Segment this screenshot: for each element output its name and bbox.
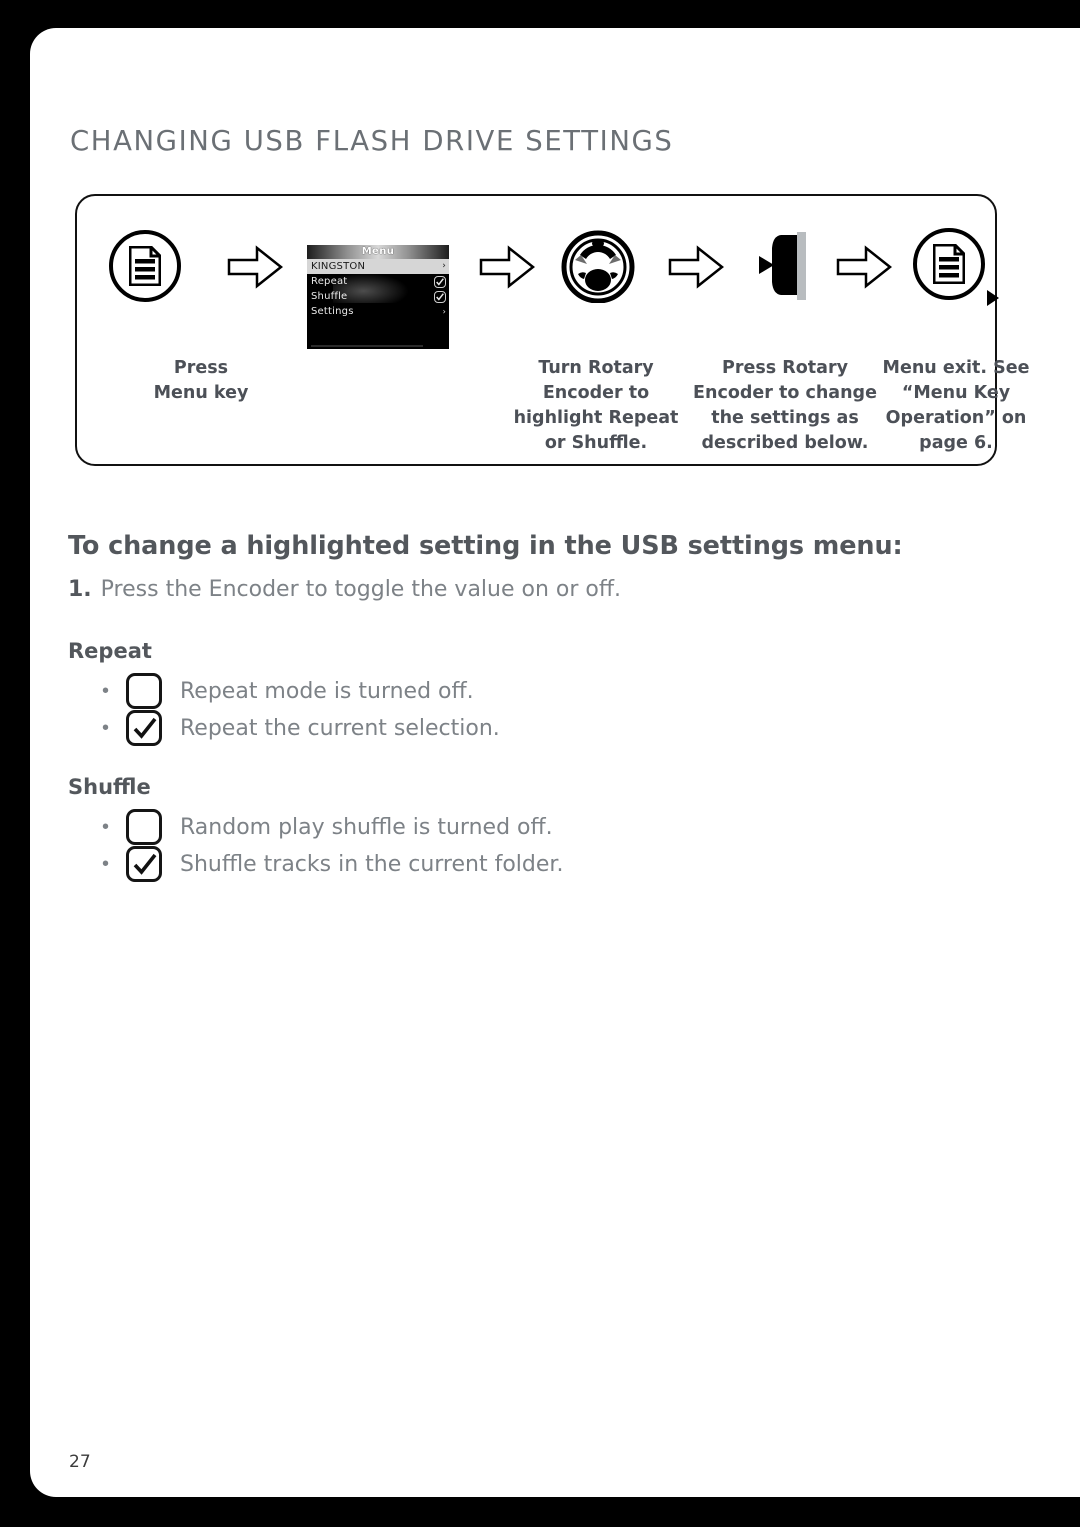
option-shuffle-off: • Random play shuffle is turned off. xyxy=(102,808,553,846)
checkmark-glyph xyxy=(133,853,157,875)
lcd-checkbox-checked-icon[interactable] xyxy=(434,290,446,303)
page-title: CHANGING USB FLASH DRIVE SETTINGS xyxy=(70,125,674,157)
option-label: Repeat the current selection. xyxy=(180,715,500,741)
lcd-row-kingston[interactable]: KINGSTON › xyxy=(307,259,449,274)
option-shuffle-on: • Shuffle tracks in the current folder. xyxy=(102,845,563,883)
device-lcd-screen: Menu KINGSTON › Repeat Shuffle Settings … xyxy=(307,245,449,349)
menu-key-exit-icon xyxy=(913,228,985,300)
group-title-repeat: Repeat xyxy=(68,639,152,663)
group-title-shuffle: Shuffle xyxy=(68,775,151,799)
lcd-bottom-divider xyxy=(311,345,423,347)
flow-arrow-icon xyxy=(227,245,283,289)
flow-arrow-icon xyxy=(668,245,724,289)
instruction-step: 1. Press the Encoder to toggle the value … xyxy=(68,577,621,602)
lcd-row-label: Repeat xyxy=(311,276,348,287)
option-label: Random play shuffle is turned off. xyxy=(180,814,553,840)
lcd-row-label: Settings xyxy=(311,306,354,317)
page-number: 27 xyxy=(69,1452,91,1472)
flow-arrow-icon xyxy=(836,245,892,289)
section-heading: To change a highlighted setting in the U… xyxy=(68,531,903,561)
rotary-encoder-icon xyxy=(561,230,635,303)
lcd-row-repeat[interactable]: Repeat xyxy=(307,274,449,289)
bullet-glyph: • xyxy=(102,680,110,702)
caption-menu-exit: Menu exit. See “Menu Key Operation” on p… xyxy=(882,358,1030,453)
lcd-row-label: KINGSTON xyxy=(311,261,366,272)
lcd-row-label: Shuffle xyxy=(311,291,348,302)
press-indicator-icon xyxy=(987,290,999,306)
step-text: Press the Encoder to toggle the value on… xyxy=(100,577,622,602)
option-label: Shuffle tracks in the current folder. xyxy=(180,851,564,877)
document-lines-glyph xyxy=(933,244,965,284)
lcd-row-shuffle[interactable]: Shuffle xyxy=(307,289,449,304)
bullet-glyph: • xyxy=(102,816,110,838)
chevron-right-icon: › xyxy=(442,261,446,271)
procedure-flow-diagram: Menu KINGSTON › Repeat Shuffle Settings … xyxy=(75,194,1029,466)
step-number: 1. xyxy=(68,577,92,602)
checkbox-unchecked-icon[interactable] xyxy=(126,673,162,709)
option-label: Repeat mode is turned off. xyxy=(180,678,474,704)
checkbox-unchecked-icon[interactable] xyxy=(126,809,162,845)
bullet-glyph: • xyxy=(102,717,110,739)
lcd-row-settings[interactable]: Settings › xyxy=(307,304,449,319)
press-encoder-icon xyxy=(759,232,806,300)
bullet-glyph: • xyxy=(102,853,110,875)
chevron-right-icon: › xyxy=(442,306,446,316)
document-lines-glyph xyxy=(129,246,161,286)
option-repeat-on: • Repeat the current selection. xyxy=(102,709,500,747)
menu-key-icon xyxy=(109,230,181,302)
checkmark-glyph xyxy=(133,717,157,739)
flow-icon-row: Menu KINGSTON › Repeat Shuffle Settings … xyxy=(77,196,999,349)
caption-press-menu-key: Press Menu key xyxy=(153,358,249,403)
document-page: CHANGING USB FLASH DRIVE SETTINGS Menu K… xyxy=(30,28,1080,1497)
lcd-checkbox-checked-icon[interactable] xyxy=(434,275,446,288)
checkbox-checked-icon[interactable] xyxy=(126,846,162,882)
flow-arrow-icon xyxy=(479,245,535,289)
option-repeat-off: • Repeat mode is turned off. xyxy=(102,672,474,710)
lcd-title-bar: Menu xyxy=(307,245,449,259)
checkbox-checked-icon[interactable] xyxy=(126,710,162,746)
